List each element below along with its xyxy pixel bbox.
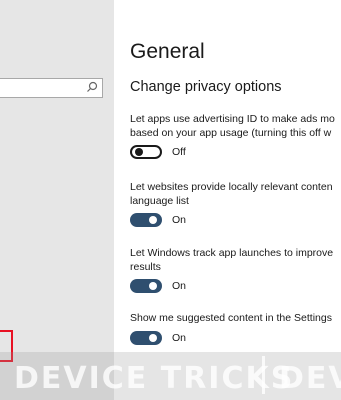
- search-icon[interactable]: [86, 81, 98, 93]
- toggle-state-label: Off: [172, 146, 186, 158]
- page-title: General: [130, 40, 205, 63]
- watermark-logo-text-2: DEV: [279, 361, 341, 396]
- search-input[interactable]: [0, 78, 103, 98]
- watermark-logo-text: DEVICE TRICKS: [14, 361, 295, 396]
- suggested-content-toggle[interactable]: [130, 331, 162, 345]
- sidebar: [0, 0, 114, 400]
- setting-advertising-id: Let apps use advertising ID to make ads …: [130, 112, 341, 159]
- watermark-banner: DEVICE TRICKS DEV: [0, 352, 341, 400]
- section-title: Change privacy options: [130, 79, 282, 95]
- setting-description-line1: Let apps use advertising ID to make ads …: [130, 113, 335, 125]
- setting-description-line2: results: [130, 261, 161, 273]
- toggle-state-label: On: [172, 280, 187, 292]
- settings-main-panel: General Change privacy options Let apps …: [114, 0, 341, 400]
- setting-description-line2: based on your app usage (turning this of…: [130, 127, 332, 139]
- toggle-state-label: On: [172, 332, 187, 344]
- toggle-knob: [149, 216, 157, 224]
- local-content-toggle[interactable]: [130, 213, 162, 227]
- toggle-state-label: On: [172, 214, 187, 226]
- setting-description-line1: Let Windows track app launches to improv…: [130, 247, 334, 259]
- setting-suggested-content: Show me suggested content in the Setting…: [130, 311, 341, 345]
- toggle-knob: [149, 334, 157, 342]
- setting-description-line1: Show me suggested content in the Setting…: [130, 312, 332, 324]
- track-app-launches-toggle[interactable]: [130, 279, 162, 293]
- watermark-divider: [262, 356, 265, 394]
- setting-local-content: Let websites provide locally relevant co…: [130, 180, 341, 227]
- setting-description-line2: language list: [130, 195, 189, 207]
- setting-track-app-launches: Let Windows track app launches to improv…: [130, 246, 341, 293]
- advertising-id-toggle[interactable]: [130, 145, 162, 159]
- setting-description-line1: Let websites provide locally relevant co…: [130, 181, 333, 193]
- toggle-knob: [149, 282, 157, 290]
- toggle-knob: [135, 148, 143, 156]
